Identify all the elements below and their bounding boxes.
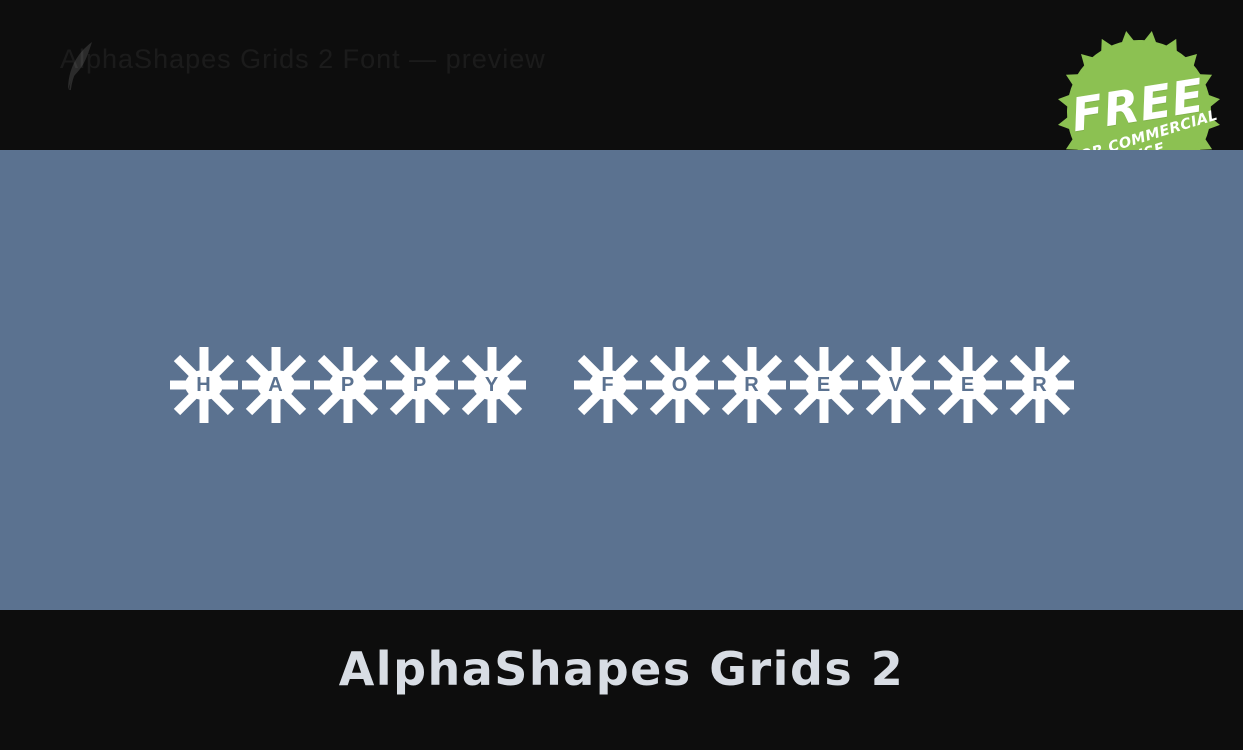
font-name-title: AlphaShapes Grids 2 (338, 642, 905, 696)
glyph-tile: E (788, 339, 860, 431)
glyph-tile: H (168, 339, 240, 431)
glyph-letter: P (340, 373, 355, 396)
glyph-tile: F (572, 339, 644, 431)
glyph-tile: O (644, 339, 716, 431)
glyph-letter: H (196, 373, 211, 396)
glyph-tile: A (240, 339, 312, 431)
glyph-tile: R (716, 339, 788, 431)
bottom-bar: AlphaShapes Grids 2 (0, 610, 1243, 750)
glyph-letter: P (412, 373, 427, 396)
glyph-space (528, 339, 572, 431)
glyph-tile: P (312, 339, 384, 431)
font-preview-area: HAPPYFOREVER (0, 150, 1243, 610)
glyph-letter: O (671, 373, 688, 396)
font-preview-page: AlphaShapes Grids 2 Font — preview FREE … (0, 0, 1243, 750)
glyph-letter: A (268, 373, 283, 396)
glyph-letter: E (816, 373, 831, 396)
glyph-letter: V (888, 373, 903, 396)
glyph-tile: Y (456, 339, 528, 431)
sample-text-row: HAPPYFOREVER (0, 330, 1243, 440)
glyph-letter: R (1032, 373, 1047, 396)
topbar-watermark-text: AlphaShapes Grids 2 Font — preview (60, 44, 546, 74)
glyph-tile: V (860, 339, 932, 431)
glyph-letter: R (744, 373, 759, 396)
glyph-letter: Y (484, 373, 499, 396)
glyph-letter: E (960, 373, 975, 396)
glyph-tile: E (932, 339, 1004, 431)
glyph-tile: P (384, 339, 456, 431)
glyph-tile: R (1004, 339, 1076, 431)
glyph-letter: F (601, 373, 614, 396)
